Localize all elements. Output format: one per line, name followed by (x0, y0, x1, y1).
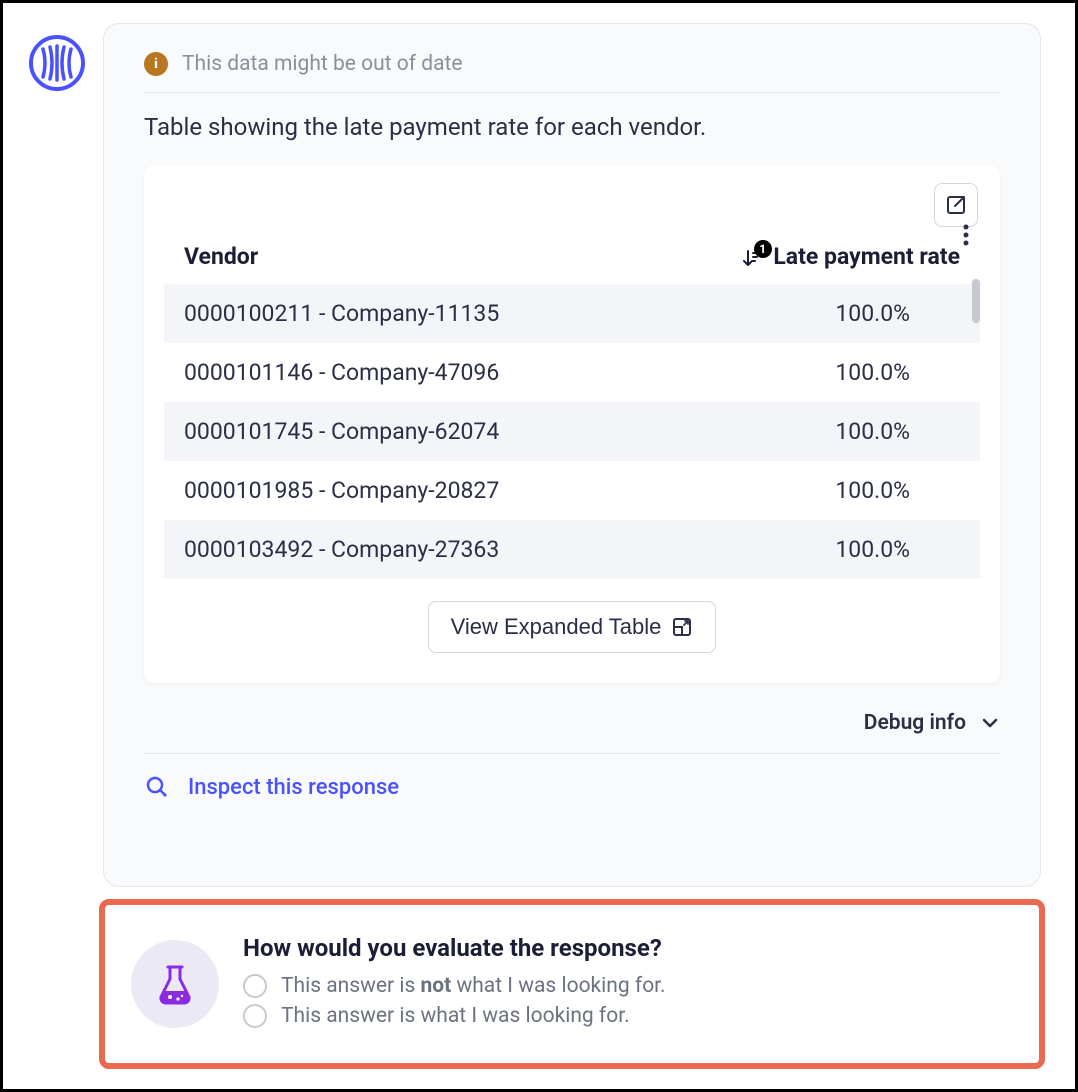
table-row[interactable]: 0000101146 - Company-47096100.0% (164, 343, 980, 402)
inspect-icon (144, 774, 170, 800)
feedback-panel: How would you evaluate the response? Thi… (99, 899, 1045, 1069)
export-button[interactable] (934, 183, 978, 227)
table-container: Vendor 1 Late payment rate (144, 165, 1000, 683)
vendor-cell: 0000101985 - Company-20827 (164, 461, 636, 520)
expand-icon (671, 616, 693, 638)
vendor-table: Vendor 1 Late payment rate (164, 233, 980, 579)
rate-cell: 100.0% (636, 402, 980, 461)
app-logo (29, 35, 85, 91)
vendor-cell: 0000100211 - Company-11135 (164, 284, 636, 343)
table-row[interactable]: 0000100211 - Company-11135100.0% (164, 284, 980, 343)
info-icon: i (144, 52, 168, 76)
debug-info-label: Debug info (864, 711, 966, 735)
feedback-option-not-label: This answer is not what I was looking fo… (281, 974, 666, 998)
response-card: i This data might be out of date Table s… (103, 23, 1041, 887)
rate-cell: 100.0% (636, 461, 980, 520)
feedback-not-suffix: what I was looking for. (451, 974, 665, 998)
rate-cell: 100.0% (636, 343, 980, 402)
export-icon (944, 193, 968, 217)
column-header-rate[interactable]: 1 Late payment rate (636, 233, 980, 284)
feedback-option-yes[interactable]: This answer is what I was looking for. (243, 1004, 1013, 1028)
sort-indicator: 1 (742, 248, 762, 268)
column-header-rate-label: Late payment rate (773, 243, 960, 270)
sort-priority-badge: 1 (754, 240, 772, 258)
table-row[interactable]: 0000101745 - Company-62074100.0% (164, 402, 980, 461)
vendor-cell: 0000101745 - Company-62074 (164, 402, 636, 461)
radio-icon (243, 1004, 267, 1028)
column-header-vendor-label: Vendor (184, 243, 258, 270)
feedback-not-prefix: This answer is (281, 974, 421, 998)
table-scroll-area: Vendor 1 Late payment rate (164, 233, 980, 579)
view-expanded-button[interactable]: View Expanded Table (428, 601, 717, 653)
feedback-avatar (131, 940, 219, 1028)
inspect-response-link[interactable]: Inspect this response (144, 774, 1000, 800)
table-row[interactable]: 0000103492 - Company-27363100.0% (164, 520, 980, 579)
feedback-content: How would you evaluate the response? Thi… (243, 934, 1013, 1034)
rate-cell: 100.0% (636, 520, 980, 579)
column-header-vendor[interactable]: Vendor (164, 233, 636, 284)
feedback-option-yes-label: This answer is what I was looking for. (281, 1004, 630, 1028)
feedback-not-bold: not (421, 974, 452, 998)
warning-text: This data might be out of date (182, 52, 463, 76)
inspect-response-label: Inspect this response (188, 775, 399, 800)
feedback-title: How would you evaluate the response? (243, 934, 1013, 962)
chevron-down-icon (980, 713, 1000, 733)
radio-icon (243, 974, 267, 998)
description-text: Table showing the late payment rate for … (144, 113, 1000, 141)
vendor-cell: 0000101146 - Company-47096 (164, 343, 636, 402)
view-expanded-label: View Expanded Table (451, 614, 662, 640)
warning-banner: i This data might be out of date (144, 52, 1000, 93)
rate-cell: 100.0% (636, 284, 980, 343)
debug-info-toggle[interactable]: Debug info (144, 711, 1000, 754)
feedback-option-not[interactable]: This answer is not what I was looking fo… (243, 974, 1013, 998)
flask-icon (152, 961, 198, 1007)
scrollbar-thumb[interactable] (972, 279, 980, 323)
vendor-cell: 0000103492 - Company-27363 (164, 520, 636, 579)
table-row[interactable]: 0000101985 - Company-20827100.0% (164, 461, 980, 520)
